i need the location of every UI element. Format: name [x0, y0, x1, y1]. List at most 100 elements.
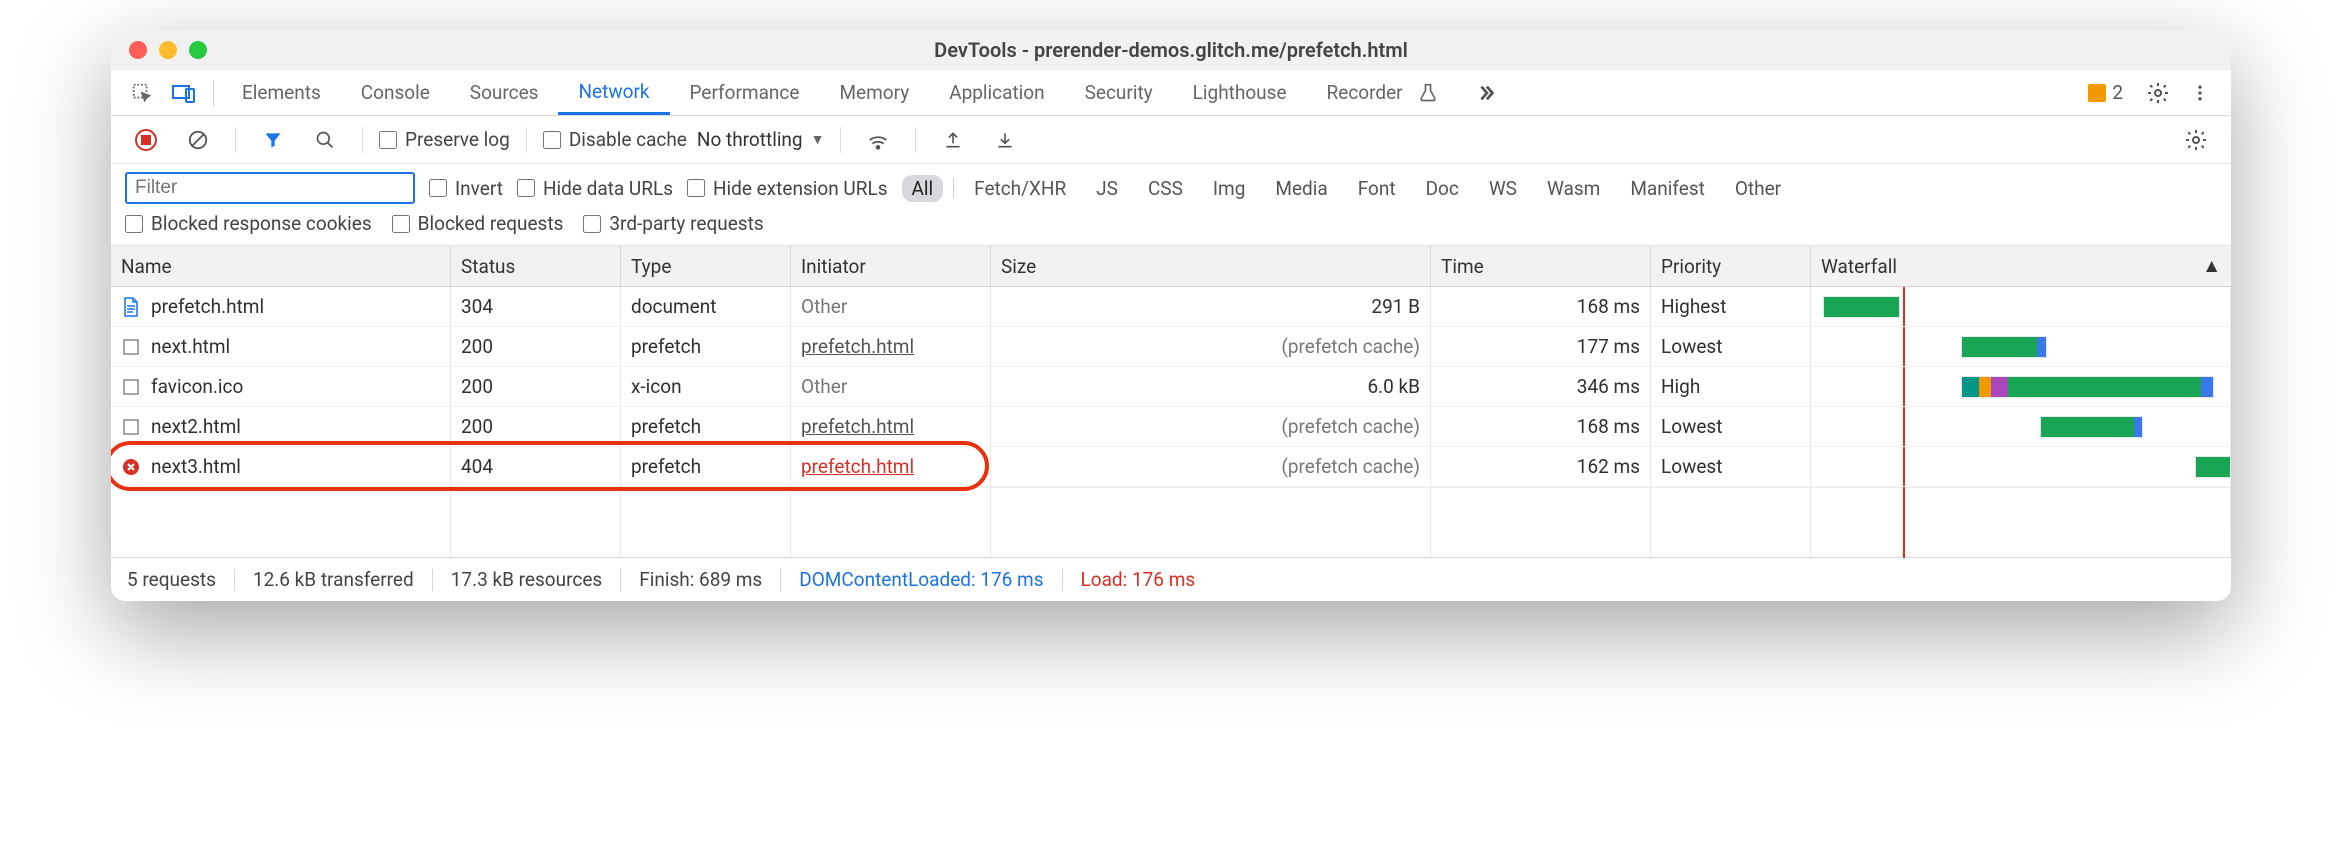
kebab-menu-icon[interactable] [2183, 76, 2217, 110]
table-cell[interactable]: Lowest [1651, 407, 1811, 447]
col-name[interactable]: Name [111, 246, 451, 287]
col-size[interactable]: Size [991, 246, 1431, 287]
table-cell[interactable]: next.html [111, 327, 451, 367]
table-cell[interactable]: (prefetch cache) [991, 407, 1431, 447]
settings-gear-icon[interactable] [2141, 76, 2175, 110]
table-cell[interactable]: prefetch.html [791, 447, 991, 487]
table-cell[interactable]: 162 ms [1431, 447, 1651, 487]
tab-application[interactable]: Application [929, 70, 1064, 115]
table-cell[interactable]: Other [791, 367, 991, 407]
network-conditions-icon[interactable] [861, 123, 895, 157]
initiator-link[interactable]: prefetch.html [801, 415, 914, 438]
table-cell[interactable]: 200 [451, 327, 621, 367]
minimize-window-button[interactable] [159, 41, 177, 59]
device-toolbar-icon[interactable] [167, 76, 201, 110]
table-cell[interactable]: 168 ms [1431, 287, 1651, 327]
type-filter-media[interactable]: Media [1265, 175, 1337, 202]
initiator-link[interactable]: prefetch.html [801, 335, 914, 358]
type-filter-other[interactable]: Other [1725, 175, 1791, 202]
type-filter-ws[interactable]: WS [1479, 175, 1527, 202]
footer-requests: 5 requests [127, 568, 216, 591]
type-filter-css[interactable]: CSS [1138, 175, 1193, 202]
warnings-badge[interactable]: 2 [2088, 81, 2123, 104]
col-status[interactable]: Status [451, 246, 621, 287]
table-cell[interactable]: prefetch.html [791, 327, 991, 367]
table-cell[interactable]: prefetch [621, 447, 791, 487]
table-cell[interactable]: prefetch [621, 407, 791, 447]
table-cell[interactable]: prefetch.html [791, 407, 991, 447]
maximize-window-button[interactable] [189, 41, 207, 59]
hide-extension-urls-checkbox[interactable]: Hide extension URLs [687, 177, 888, 200]
blocked-cookies-checkbox[interactable]: Blocked response cookies [125, 212, 372, 235]
table-cell[interactable]: Lowest [1651, 327, 1811, 367]
tab-console[interactable]: Console [341, 70, 450, 115]
table-cell[interactable]: document [621, 287, 791, 327]
more-tabs-icon[interactable] [1469, 76, 1503, 110]
table-cell[interactable]: 346 ms [1431, 367, 1651, 407]
type-filter-font[interactable]: Font [1348, 175, 1406, 202]
clear-button[interactable] [181, 123, 215, 157]
table-cell[interactable]: 304 [451, 287, 621, 327]
blocked-requests-checkbox[interactable]: Blocked requests [392, 212, 564, 235]
file-icon [121, 417, 141, 437]
table-cell[interactable]: (prefetch cache) [991, 447, 1431, 487]
disable-cache-checkbox[interactable]: Disable cache [543, 128, 687, 151]
table-cell[interactable]: High [1651, 367, 1811, 407]
footer-load: Load: 176 ms [1081, 568, 1196, 591]
record-button[interactable] [129, 123, 163, 157]
type-filter-manifest[interactable]: Manifest [1620, 175, 1715, 202]
tab-performance[interactable]: Performance [670, 70, 820, 115]
initiator-link[interactable]: prefetch.html [801, 455, 914, 478]
throttling-select[interactable]: No throttling ▼ [697, 128, 825, 151]
tab-memory[interactable]: Memory [819, 70, 929, 115]
table-cell[interactable]: prefetch.html [111, 287, 451, 327]
import-har-icon[interactable] [988, 123, 1022, 157]
tab-sources[interactable]: Sources [450, 70, 559, 115]
table-cell[interactable]: 200 [451, 367, 621, 407]
footer-dcl: DOMContentLoaded: 176 ms [799, 568, 1043, 591]
filter-icon[interactable] [256, 123, 290, 157]
table-cell[interactable]: next2.html [111, 407, 451, 447]
traffic-lights [129, 41, 207, 59]
type-filter-img[interactable]: Img [1203, 175, 1256, 202]
search-icon[interactable] [308, 123, 342, 157]
type-filter-js[interactable]: JS [1086, 175, 1128, 202]
table-cell[interactable]: 177 ms [1431, 327, 1651, 367]
table-cell[interactable]: favicon.ico [111, 367, 451, 407]
col-priority[interactable]: Priority [1651, 246, 1811, 287]
table-cell[interactable]: 168 ms [1431, 407, 1651, 447]
invert-checkbox[interactable]: Invert [429, 177, 503, 200]
table-cell[interactable]: next3.html [111, 447, 451, 487]
table-cell[interactable]: 291 B [991, 287, 1431, 327]
type-filter-wasm[interactable]: Wasm [1537, 175, 1610, 202]
col-time[interactable]: Time [1431, 246, 1651, 287]
tab-elements[interactable]: Elements [222, 70, 341, 115]
table-cell[interactable]: prefetch [621, 327, 791, 367]
type-filter-all[interactable]: All [902, 175, 944, 202]
type-filter-fetch-xhr[interactable]: Fetch/XHR [964, 175, 1076, 202]
table-cell[interactable]: 6.0 kB [991, 367, 1431, 407]
network-settings-gear-icon[interactable] [2179, 123, 2213, 157]
tab-lighthouse[interactable]: Lighthouse [1173, 70, 1307, 115]
col-type[interactable]: Type [621, 246, 791, 287]
table-cell[interactable]: Lowest [1651, 447, 1811, 487]
table-cell[interactable]: Other [791, 287, 991, 327]
tab-network[interactable]: Network [558, 70, 669, 115]
close-window-button[interactable] [129, 41, 147, 59]
table-cell[interactable]: x-icon [621, 367, 791, 407]
export-har-icon[interactable] [936, 123, 970, 157]
inspect-icon[interactable] [125, 76, 159, 110]
filter-input[interactable] [125, 172, 415, 204]
table-cell[interactable]: 404 [451, 447, 621, 487]
table-cell[interactable]: (prefetch cache) [991, 327, 1431, 367]
type-filter-doc[interactable]: Doc [1416, 175, 1469, 202]
tab-security[interactable]: Security [1065, 70, 1173, 115]
table-cell[interactable]: 200 [451, 407, 621, 447]
table-cell[interactable]: Highest [1651, 287, 1811, 327]
hide-data-urls-checkbox[interactable]: Hide data URLs [517, 177, 673, 200]
col-waterfall[interactable]: Waterfall▲ [1811, 246, 2231, 287]
tab-recorder[interactable]: Recorder [1307, 70, 1423, 115]
third-party-checkbox[interactable]: 3rd-party requests [583, 212, 763, 235]
preserve-log-checkbox[interactable]: Preserve log [379, 128, 510, 151]
col-initiator[interactable]: Initiator [791, 246, 991, 287]
